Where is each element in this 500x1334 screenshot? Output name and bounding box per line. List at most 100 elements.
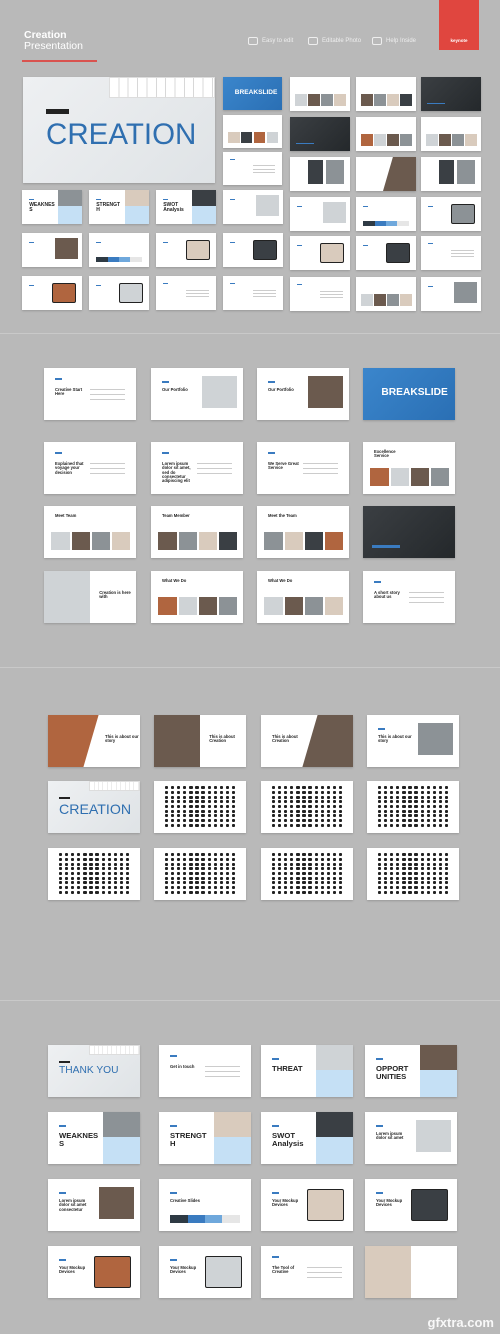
slide-thumbnail[interactable] [261, 781, 353, 833]
slide-thumbnail[interactable]: STRENGT H [89, 190, 149, 224]
icon-glyph [183, 790, 187, 795]
slide-thumbnail[interactable]: CREATION [23, 77, 215, 183]
slide-thumbnail[interactable]: WEAKNES S [48, 1112, 140, 1164]
slide-thumbnail[interactable] [421, 197, 481, 231]
slide-thumbnail[interactable]: Your Mockup Devices [159, 1246, 251, 1298]
icon-glyph [125, 881, 130, 885]
slide-thumbnail[interactable]: THANK YOU [48, 1045, 140, 1097]
slide-thumbnail[interactable]: OPPORT UNITIES [365, 1045, 457, 1097]
slide-thumbnail[interactable] [365, 1246, 457, 1298]
slide-thumbnail[interactable]: BREAKSLIDE [223, 77, 282, 110]
slide-thumbnail[interactable] [356, 157, 416, 191]
slide-thumbnail[interactable] [154, 848, 246, 900]
slide-thumbnail[interactable]: Team Member [151, 506, 243, 558]
slide-thumbnail[interactable] [290, 77, 350, 111]
slide-thumbnail[interactable] [89, 276, 149, 310]
icon-glyph [378, 809, 382, 813]
photo [454, 282, 477, 304]
slide-thumbnail[interactable]: Your Mockup Devices [365, 1179, 457, 1231]
slide-thumbnail[interactable]: Meet the Team [257, 506, 349, 558]
slide-thumbnail[interactable]: Your Mockup Devices [48, 1246, 140, 1298]
slide-thumbnail[interactable]: Lorem ipsum dolor sit amet, sed do conse… [151, 442, 243, 494]
slide-thumbnail[interactable] [290, 236, 350, 270]
icon-glyph [290, 786, 294, 790]
slide-thumbnail[interactable]: THREAT [261, 1045, 353, 1097]
slide-thumbnail[interactable] [421, 117, 481, 151]
slide-thumbnail[interactable]: Lorem ipsum dolor sit amet [365, 1112, 457, 1164]
slide-thumbnail[interactable] [154, 781, 246, 833]
icon-glyph [171, 853, 175, 857]
slide-thumbnail[interactable]: Lorem ipsum dolor sit amet consectetur [48, 1179, 140, 1231]
slide-thumbnail[interactable] [89, 233, 149, 267]
slide-thumbnail[interactable] [290, 157, 350, 191]
slide-thumbnail[interactable]: Creative Slides [159, 1179, 251, 1231]
photo [308, 160, 323, 185]
slide-thumbnail[interactable] [156, 233, 216, 267]
slide-thumbnail[interactable] [261, 848, 353, 900]
icon-glyph [225, 885, 229, 890]
slide-thumbnail[interactable] [356, 236, 416, 270]
text-line [307, 1272, 342, 1273]
slide-thumbnail[interactable] [223, 233, 283, 267]
slide-thumbnail[interactable]: This is about Creation [154, 715, 246, 767]
slide-thumbnail[interactable]: Excellence Service [363, 442, 455, 494]
icon-glyph [165, 857, 169, 862]
icon-glyph [77, 881, 81, 885]
slide-thumbnail[interactable]: SWOT Analysis [261, 1112, 353, 1164]
icon-glyph [338, 790, 343, 795]
slide-thumbnail[interactable] [22, 233, 82, 267]
icon-glyph [390, 881, 394, 885]
slide-thumbnail[interactable] [356, 277, 416, 311]
slide-thumbnail[interactable]: A short story about us [363, 571, 455, 623]
slide-thumbnail[interactable] [356, 197, 416, 231]
slide-thumbnail[interactable] [421, 157, 481, 191]
slide-thumbnail[interactable] [356, 77, 416, 111]
icon-glyph [420, 823, 424, 827]
slide-thumbnail[interactable]: BREAKSLIDE [363, 368, 455, 420]
icon-glyph [396, 857, 400, 862]
slide-thumbnail[interactable] [363, 506, 455, 558]
slide-thumbnail[interactable]: Creation is here with [44, 571, 136, 623]
slide-thumbnail[interactable]: The Tool of Creative [261, 1246, 353, 1298]
slide-thumbnail[interactable]: This is about Creation [261, 715, 353, 767]
icon-glyph [308, 804, 312, 809]
slide-thumbnail[interactable] [367, 848, 459, 900]
slide-thumbnail[interactable] [290, 277, 350, 311]
icon-glyph [314, 795, 318, 799]
slide-thumbnail[interactable]: STRENGT H [159, 1112, 251, 1164]
slide-thumbnail[interactable] [290, 117, 350, 151]
slide-thumbnail[interactable]: Your Mockup Devices [261, 1179, 353, 1231]
slide-thumbnail[interactable]: Our Portfolio [151, 368, 243, 420]
slide-thumbnail[interactable]: CREATION [48, 781, 140, 833]
icon-glyph [231, 790, 236, 795]
slide-thumbnail[interactable] [223, 190, 283, 224]
slide-thumbnail[interactable]: This is about our story [48, 715, 140, 767]
slide-thumbnail[interactable]: We Serve Great Service [257, 442, 349, 494]
slide-thumbnail[interactable]: WEAKNES S [22, 190, 82, 224]
slide-thumbnail[interactable] [223, 152, 282, 185]
slide-thumbnail[interactable] [367, 781, 459, 833]
icon-glyph [302, 881, 306, 885]
icon-glyph [284, 795, 288, 799]
slide-thumbnail[interactable] [223, 276, 283, 310]
slide-thumbnail[interactable] [421, 277, 481, 311]
slide-thumbnail[interactable]: What We Do [257, 571, 349, 623]
slide-thumbnail[interactable]: SWOT Analysis [156, 190, 216, 224]
slide-thumbnail[interactable] [356, 117, 416, 151]
slide-thumbnail[interactable] [22, 276, 82, 310]
icon-glyph [402, 881, 406, 885]
slide-thumbnail[interactable] [421, 236, 481, 270]
slide-thumbnail[interactable] [156, 276, 216, 310]
slide-thumbnail[interactable]: Meet Team [44, 506, 136, 558]
slide-thumbnail[interactable]: Creative Start Here [44, 368, 136, 420]
slide-thumbnail[interactable] [290, 197, 350, 231]
icon-glyph [378, 818, 382, 823]
slide-thumbnail[interactable] [223, 115, 282, 148]
slide-thumbnail[interactable] [421, 77, 481, 111]
slide-thumbnail[interactable]: Explained that voyage your decision [44, 442, 136, 494]
slide-thumbnail[interactable]: This is about our story [367, 715, 459, 767]
slide-thumbnail[interactable] [48, 848, 140, 900]
slide-thumbnail[interactable]: What We Do [151, 571, 243, 623]
slide-thumbnail[interactable]: Our Portfolio [257, 368, 349, 420]
slide-thumbnail[interactable]: Get in touch [159, 1045, 251, 1097]
